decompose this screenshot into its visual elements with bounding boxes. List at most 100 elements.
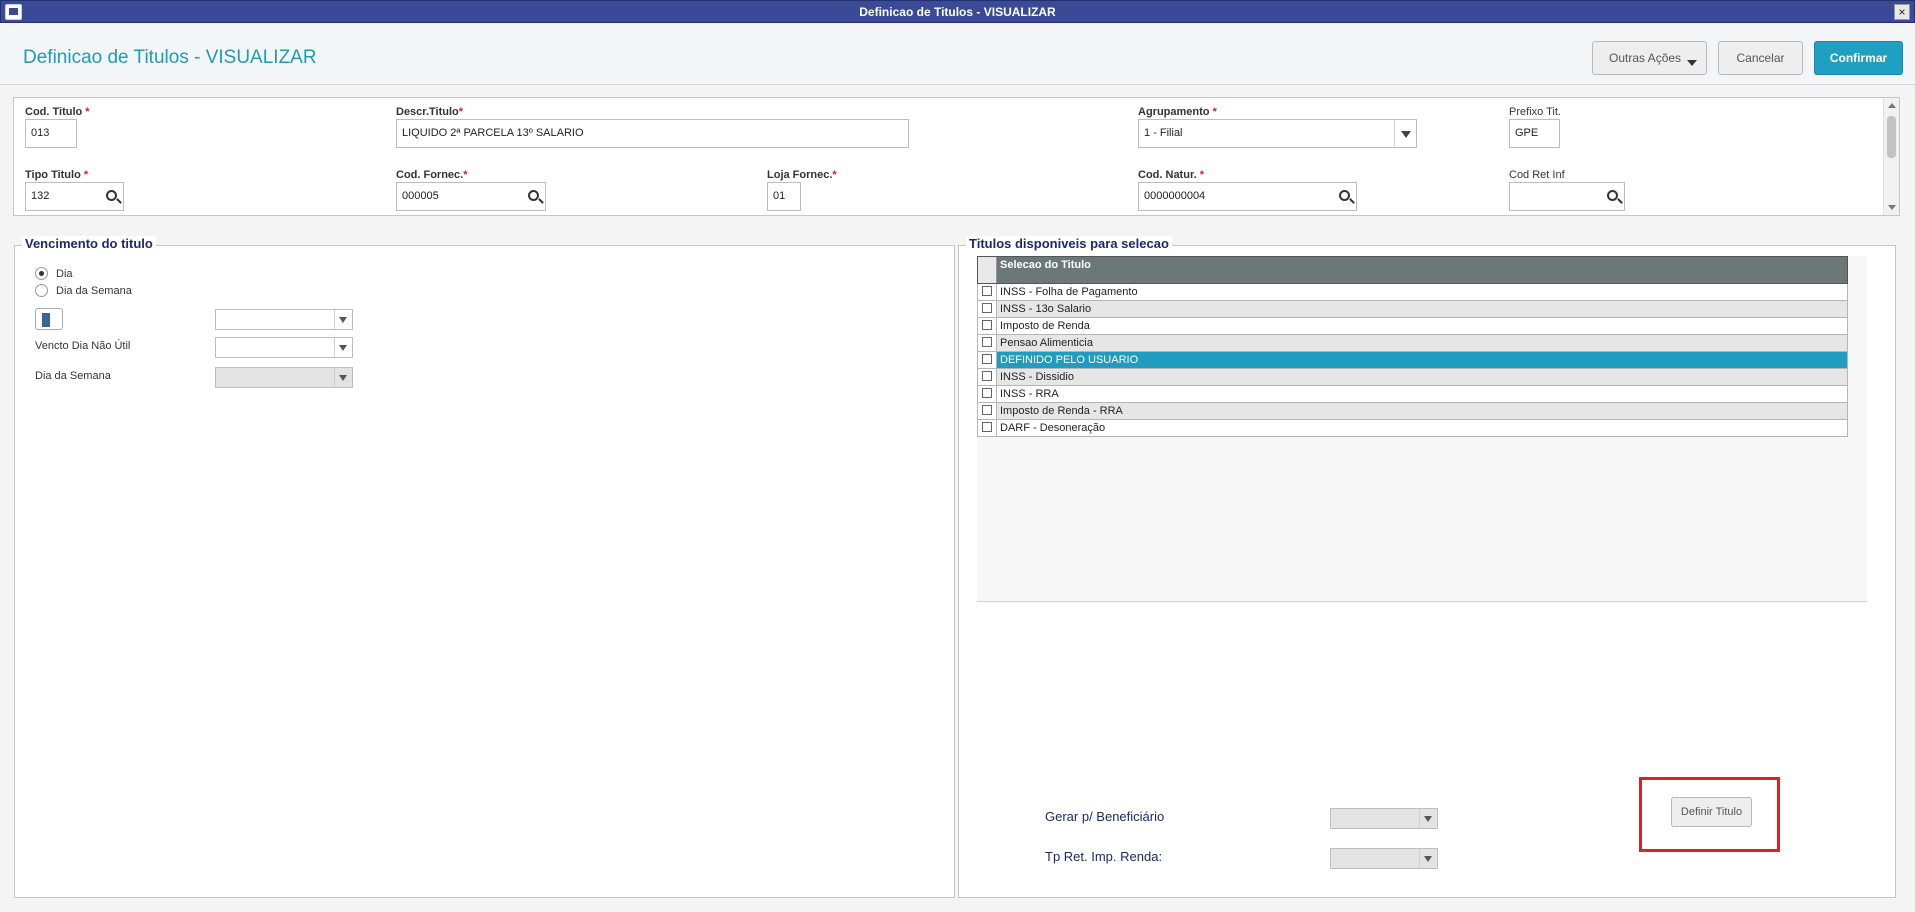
page-title: Definicao de Titulos - VISUALIZAR [23,47,317,68]
row-label: INSS - 13o Salario [1000,303,1092,315]
table-row[interactable]: INSS - RRA [977,386,1848,403]
row-label: Pensao Alimenticia [1000,337,1093,349]
fields-panel: Cod. Titulo * 013 Descr.Titulo* LIQUIDO … [13,97,1900,216]
cod-ret-inf-label: Cod Ret Inf [1509,169,1565,181]
chevron-down-icon[interactable] [334,368,352,387]
cod-fornec-label: Cod. Fornec.* [396,169,468,181]
row-label: Imposto de Renda - RRA [1000,405,1123,417]
vencto-nao-util-label: Vencto Dia Não Útil [35,340,131,352]
grid-header-check-column[interactable] [978,257,997,283]
grid-divider [977,601,1867,602]
vencto-nao-util-select[interactable] [215,337,353,358]
search-icon[interactable] [528,190,539,201]
checkbox-icon[interactable] [982,337,992,347]
descr-titulo-field[interactable]: LIQUIDO 2ª PARCELA 13º SALARIO [396,119,909,148]
grid-header: Selecao do Titulo [977,256,1848,284]
chevron-down-icon[interactable] [1419,809,1437,828]
fields-scrollbar[interactable] [1883,98,1899,215]
tipo-titulo-field[interactable]: 132 [25,182,124,211]
row-label: INSS - Folha de Pagamento [1000,286,1138,298]
table-row[interactable]: Pensao Alimenticia [977,335,1848,352]
row-checkbox[interactable] [978,301,997,317]
scroll-down-icon[interactable] [1888,205,1896,210]
row-checkbox[interactable] [978,369,997,385]
row-label: INSS - RRA [1000,388,1059,400]
checkbox-icon[interactable] [982,371,992,381]
cod-ret-inf-field[interactable] [1509,182,1625,211]
search-icon[interactable] [1339,190,1350,201]
table-row[interactable]: INSS - Folha de Pagamento [977,284,1848,301]
checkbox-icon[interactable] [982,422,992,432]
row-checkbox[interactable] [978,386,997,402]
dia-semana-label: Dia da Semana [35,370,111,382]
chevron-down-icon [1687,60,1697,66]
radio-dia-semana-label: Dia da Semana [56,285,132,297]
chevron-down-icon[interactable] [334,338,352,357]
tp-ret-label: Tp Ret. Imp. Renda: [1045,849,1163,864]
confirm-button[interactable]: Confirmar [1814,41,1903,75]
checkbox-icon[interactable] [982,388,992,398]
agrupamento-select[interactable]: 1 - Filial [1138,119,1417,148]
checkbox-icon[interactable] [982,303,992,313]
tp-ret-select[interactable] [1330,848,1438,869]
scrollbar-thumb[interactable] [1887,116,1896,158]
grid-header-label: Selecao do Titulo [1000,259,1091,271]
radio-dia-label: Dia [56,268,73,280]
checkbox-icon[interactable] [982,286,992,296]
radio-dia[interactable] [35,267,48,280]
table-row[interactable]: ✕ DEFINIDO PELO USUARIO [977,352,1848,369]
dia-select[interactable] [215,309,353,330]
color-picker-button[interactable] [35,308,63,330]
cod-natur-value: 0000000004 [1144,190,1206,202]
row-checkbox[interactable] [978,318,997,334]
highlight-annotation [1639,777,1780,852]
cod-fornec-field[interactable]: 000005 [396,182,546,211]
gerar-benef-label: Gerar p/ Beneficiário [1045,809,1165,824]
row-label: Imposto de Renda [1000,320,1090,332]
cod-natur-field[interactable]: 0000000004 [1138,182,1357,211]
checkbox-icon[interactable] [982,320,992,330]
cod-titulo-field[interactable]: 013 [25,119,77,148]
vencimento-title: Vencimento do titulo [22,236,156,251]
chevron-down-icon[interactable] [1394,120,1416,147]
row-label: DEFINIDO PELO USUARIO [1000,354,1139,366]
window-close-button[interactable]: × [1894,4,1910,20]
table-row[interactable]: Imposto de Renda - RRA [977,403,1848,420]
checked-box-icon[interactable]: ✕ [982,354,992,364]
chevron-down-icon[interactable] [334,310,352,329]
loja-fornec-label: Loja Fornec.* [767,169,837,181]
gerar-benef-select[interactable] [1330,808,1438,829]
checkbox-icon[interactable] [982,405,992,415]
table-row[interactable]: Imposto de Renda [977,318,1848,335]
row-checkbox[interactable] [978,335,997,351]
prefixo-tit-field[interactable]: GPE [1509,119,1560,148]
titulos-title: Titulos disponiveis para selecao [966,236,1172,251]
row-checkbox[interactable] [978,284,997,300]
loja-fornec-field[interactable]: 01 [767,182,801,211]
cod-natur-label: Cod. Natur. * [1138,169,1205,181]
tipo-titulo-label: Tipo Titulo * [25,169,89,181]
row-checkbox[interactable]: ✕ [978,352,997,368]
row-label: DARF - Desoneração [1000,422,1106,434]
search-icon[interactable] [1607,190,1618,201]
row-checkbox[interactable] [978,403,997,419]
agrupamento-value: 1 - Filial [1144,127,1183,139]
dia-semana-select[interactable] [215,367,353,388]
other-actions-button[interactable]: Outras Ações [1592,41,1707,75]
cod-fornec-value: 000005 [402,190,439,202]
search-icon[interactable] [106,190,117,201]
table-row[interactable]: INSS - 13o Salario [977,301,1848,318]
scroll-up-icon[interactable] [1888,103,1896,108]
window-titlebar: Definicao de Titulos - VISUALIZAR × [0,0,1915,23]
row-checkbox[interactable] [978,420,997,436]
table-row[interactable]: DARF - Desoneração [977,420,1848,437]
table-row[interactable]: INSS - Dissidio [977,369,1848,386]
vencimento-group [14,245,955,898]
other-actions-label: Outras Ações [1609,51,1682,65]
tipo-titulo-value: 132 [31,190,50,202]
descr-titulo-label: Descr.Titulo* [396,106,464,118]
radio-dia-semana[interactable] [35,284,48,297]
prefixo-tit-label: Prefixo Tit. [1509,106,1561,118]
cancel-button[interactable]: Cancelar [1718,41,1803,75]
chevron-down-icon[interactable] [1419,849,1437,868]
